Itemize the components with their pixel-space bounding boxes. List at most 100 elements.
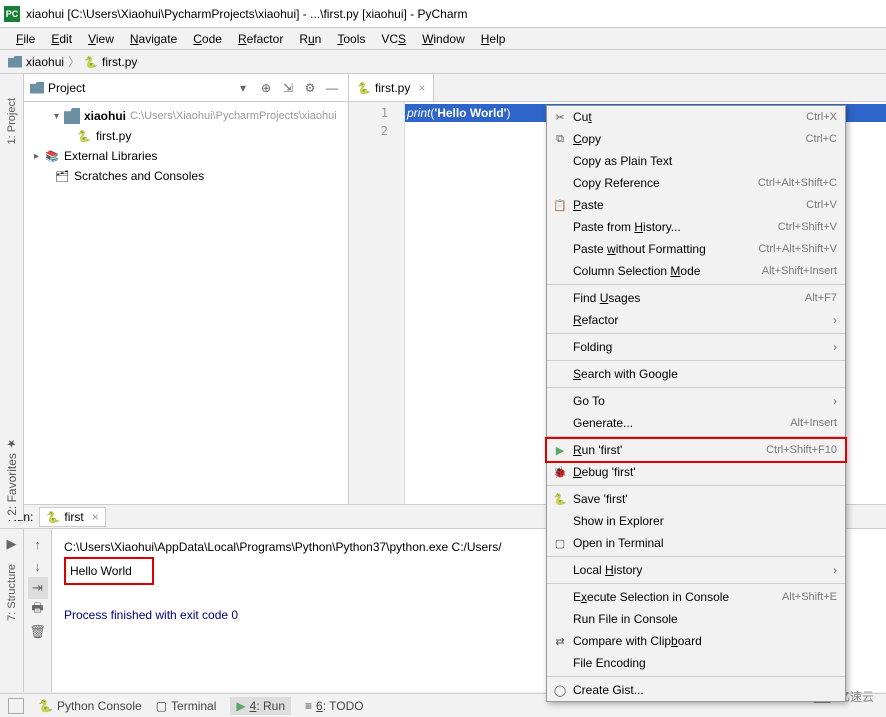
run-tab-label: first	[64, 510, 83, 524]
down-button[interactable]: ↓	[28, 555, 48, 577]
project-panel-title: Project	[48, 81, 240, 95]
project-tree: ▾ xiaohui C:\Users\Xiaohui\PycharmProjec…	[24, 102, 348, 504]
editor-tab-first[interactable]: first.py ×	[349, 74, 434, 101]
status-run-label: 4: Run	[250, 699, 285, 713]
status-todo[interactable]: ≡ 6: TODO	[305, 699, 364, 713]
ctx-cut[interactable]: ✂CutCtrl+X	[547, 106, 845, 128]
output-hello: Hello World	[64, 557, 154, 585]
ctx-save-first[interactable]: 🐍Save 'first'	[547, 488, 845, 510]
menu-window[interactable]: Window	[414, 30, 473, 48]
editor-tab-label: first.py	[375, 81, 410, 95]
clear-button[interactable]: 🗑	[28, 621, 48, 643]
breadcrumb-file[interactable]: first.py	[84, 55, 137, 69]
folder-icon	[8, 56, 22, 68]
menu-tools[interactable]: Tools	[329, 30, 373, 48]
tree-scratches-label: Scratches and Consoles	[74, 169, 204, 183]
menu-vcs[interactable]: VCS	[373, 30, 414, 48]
settings-gear-icon[interactable]: ⚙	[300, 78, 320, 98]
tree-file-first[interactable]: first.py	[24, 126, 348, 146]
project-header-icon	[30, 82, 44, 94]
ctx-paste[interactable]: 📋PasteCtrl+V	[547, 194, 845, 216]
ctx-shortcut: Ctrl+Shift+V	[778, 221, 837, 233]
rerun-button[interactable]: ▶	[2, 533, 22, 555]
python-console-icon: 🐍	[38, 699, 53, 713]
ctx-copy-as-plain-text[interactable]: Copy as Plain Text	[547, 150, 845, 172]
run-tab-first[interactable]: first ×	[39, 507, 105, 527]
ctx-create-gist[interactable]: ◯Create Gist...	[547, 679, 845, 701]
status-python-console[interactable]: 🐍 Python Console	[38, 699, 142, 713]
ctx-run-file-in-console[interactable]: Run File in Console	[547, 608, 845, 630]
submenu-arrow-icon: ›	[833, 394, 837, 408]
ctx-label: Paste	[569, 198, 806, 212]
menu-refactor[interactable]: Refactor	[230, 30, 291, 48]
collapse-button[interactable]: ⇲	[278, 78, 298, 98]
status-terminal[interactable]: ▢ Terminal	[156, 699, 217, 713]
up-button[interactable]: ↑	[28, 533, 48, 555]
wrap-button[interactable]: ⇥	[28, 577, 48, 599]
ctx-open-in-terminal[interactable]: ▢Open in Terminal	[547, 532, 845, 554]
ctx-compare-with-clipboard[interactable]: ⇄Compare with Clipboard	[547, 630, 845, 652]
term-icon: ▢	[551, 537, 569, 550]
print-button[interactable]: 🖶	[28, 599, 48, 621]
line-number: 1	[349, 104, 404, 122]
ctx-label: Paste without Formatting	[569, 242, 758, 256]
python-file-icon	[357, 81, 371, 95]
ctx-folding[interactable]: Folding›	[547, 336, 845, 358]
menu-navigate[interactable]: Navigate	[122, 30, 185, 48]
sidebar-project-tab[interactable]: 1: Project	[6, 94, 18, 148]
tree-file-label: first.py	[96, 129, 131, 143]
tree-scratches[interactable]: Scratches and Consoles	[24, 166, 348, 186]
menu-file[interactable]: File	[8, 30, 43, 48]
run-toolbar-right: ↑ ↓ ⇥ 🖶 🗑	[24, 529, 52, 692]
ctx-show-in-explorer[interactable]: Show in Explorer	[547, 510, 845, 532]
menu-edit[interactable]: Edit	[43, 30, 80, 48]
ctx-copy-reference[interactable]: Copy ReferenceCtrl+Alt+Shift+C	[547, 172, 845, 194]
submenu-arrow-icon: ›	[833, 340, 837, 354]
ctx-find-usages[interactable]: Find UsagesAlt+F7	[547, 287, 845, 309]
editor-gutter: 1 2	[349, 102, 405, 504]
ctx-refactor[interactable]: Refactor›	[547, 309, 845, 331]
ctx-paste-without-formatting[interactable]: Paste without FormattingCtrl+Alt+Shift+V	[547, 238, 845, 260]
ctx-execute-selection-in-console[interactable]: Execute Selection in ConsoleAlt+Shift+E	[547, 586, 845, 608]
breadcrumb-folder[interactable]: xiaohui	[8, 55, 64, 69]
ctx-label: Copy as Plain Text	[569, 154, 837, 168]
project-dropdown-icon[interactable]: ▾	[240, 81, 246, 95]
menu-help[interactable]: Help	[473, 30, 514, 48]
menu-run[interactable]: Run	[291, 30, 329, 48]
ctx-run-first[interactable]: ▶Run 'first'Ctrl+Shift+F10	[547, 439, 845, 461]
python-file-icon	[46, 510, 60, 524]
close-icon[interactable]: ×	[92, 510, 99, 524]
ctx-go-to[interactable]: Go To›	[547, 390, 845, 412]
ctx-local-history[interactable]: Local History›	[547, 559, 845, 581]
ctx-column-selection-mode[interactable]: Column Selection ModeAlt+Shift+Insert	[547, 260, 845, 282]
ctx-copy[interactable]: ⧉CopyCtrl+C	[547, 128, 845, 150]
ctx-debug-first[interactable]: 🐞Debug 'first'	[547, 461, 845, 483]
ctx-generate[interactable]: Generate...Alt+Insert	[547, 412, 845, 434]
folder-icon	[64, 108, 80, 124]
tree-ext-libs[interactable]: ▸ External Libraries	[24, 146, 348, 166]
sidebar-favorites-tab[interactable]: 2: Favorites ★	[5, 433, 19, 520]
ctx-label: Column Selection Mode	[569, 264, 762, 278]
ctx-paste-from-history[interactable]: Paste from History...Ctrl+Shift+V	[547, 216, 845, 238]
status-run[interactable]: ▶ 4: Run	[230, 697, 291, 715]
ctx-label: File Encoding	[569, 656, 837, 670]
locate-button[interactable]: ⊕	[256, 78, 276, 98]
terminal-icon: ▢	[156, 699, 167, 713]
ctx-label: Search with Google	[569, 367, 837, 381]
tree-root-folder[interactable]: ▾ xiaohui C:\Users\Xiaohui\PycharmProjec…	[24, 106, 348, 126]
ctx-label: Save 'first'	[569, 492, 837, 506]
cut-icon: ✂	[551, 111, 569, 124]
sidebar-structure-tab[interactable]: 7: Structure	[6, 560, 18, 625]
submenu-arrow-icon: ›	[833, 563, 837, 577]
close-icon[interactable]: ×	[418, 81, 425, 95]
submenu-arrow-icon: ›	[833, 313, 837, 327]
menu-view[interactable]: View	[80, 30, 122, 48]
menu-code[interactable]: Code	[185, 30, 230, 48]
ctx-label: Paste from History...	[569, 220, 778, 234]
ctx-file-encoding[interactable]: File Encoding	[547, 652, 845, 674]
ctx-label: Run 'first'	[569, 443, 766, 457]
hide-button[interactable]: —	[322, 78, 342, 98]
ctx-search-with-google[interactable]: Search with Google	[547, 363, 845, 385]
status-corner-button[interactable]	[8, 698, 24, 714]
py-icon: 🐍	[551, 493, 569, 506]
